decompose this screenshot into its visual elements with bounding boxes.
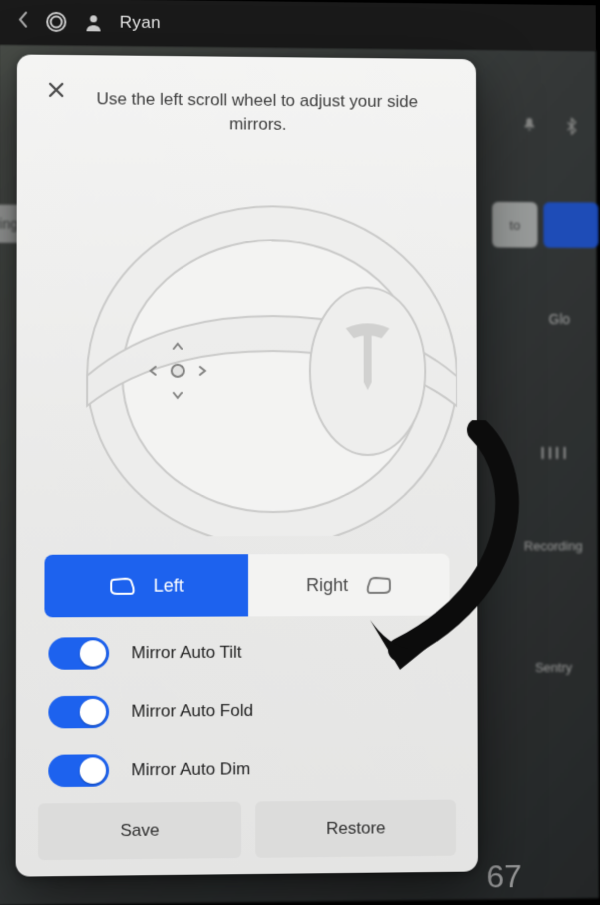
save-button[interactable]: Save [38,802,241,861]
toggle-label: Mirror Auto Fold [131,701,253,722]
temperature-display[interactable]: 67 [486,858,521,895]
close-button[interactable] [39,73,73,107]
segment-label: Left [154,575,184,596]
toggle-row-auto-tilt: Mirror Auto Tilt [48,636,445,670]
toggle-switch[interactable] [48,754,109,787]
pill-label: to [509,217,520,232]
mirror-adjust-modal: Use the left scroll wheel to adjust your… [16,54,478,876]
top-bar: Ryan [0,0,596,51]
button-row: Save Restore [38,800,456,861]
label-recording: Recording [509,533,598,557]
close-icon [46,80,66,100]
restore-button[interactable]: Restore [255,800,456,858]
sidebar-item-label: eering [0,216,18,232]
chevron-left-icon[interactable] [17,10,29,33]
text: Recording [524,538,582,553]
segment-left[interactable]: Left [44,554,248,617]
pill-blue[interactable] [543,202,598,248]
bars-icon: IIII [540,446,569,464]
steering-wheel-graphic [16,165,477,547]
toggle-row-auto-fold: Mirror Auto Fold [48,694,446,729]
mirror-side-selector: Left Right [44,554,449,618]
label-sentry: Sentry [519,655,588,679]
toggle-switch[interactable] [48,637,109,670]
segment-label: Right [306,574,348,595]
instruction-text: Use the left scroll wheel to adjust your… [77,87,436,138]
toggle-row-auto-dim: Mirror Auto Dim [48,752,446,788]
toggle-switch[interactable] [48,696,109,729]
segment-right[interactable]: Right [248,554,450,617]
pill-auto[interactable]: to [492,202,537,248]
toggle-list: Mirror Auto Tilt Mirror Auto Fold Mirror… [48,636,446,788]
label-glo: Glo [530,307,589,331]
bluetooth-icon[interactable] [565,117,579,140]
toggle-label: Mirror Auto Tilt [131,643,241,664]
text: Glo [549,311,570,327]
user-name[interactable]: Ryan [120,13,161,33]
text: Sentry [535,659,572,674]
mirror-right-icon [366,575,392,595]
user-avatar-icon[interactable] [83,12,103,32]
brightness-icon[interactable] [45,11,67,33]
toggle-label: Mirror Auto Dim [131,759,250,780]
bell-icon[interactable] [521,117,537,138]
mirror-left-icon [109,576,135,596]
